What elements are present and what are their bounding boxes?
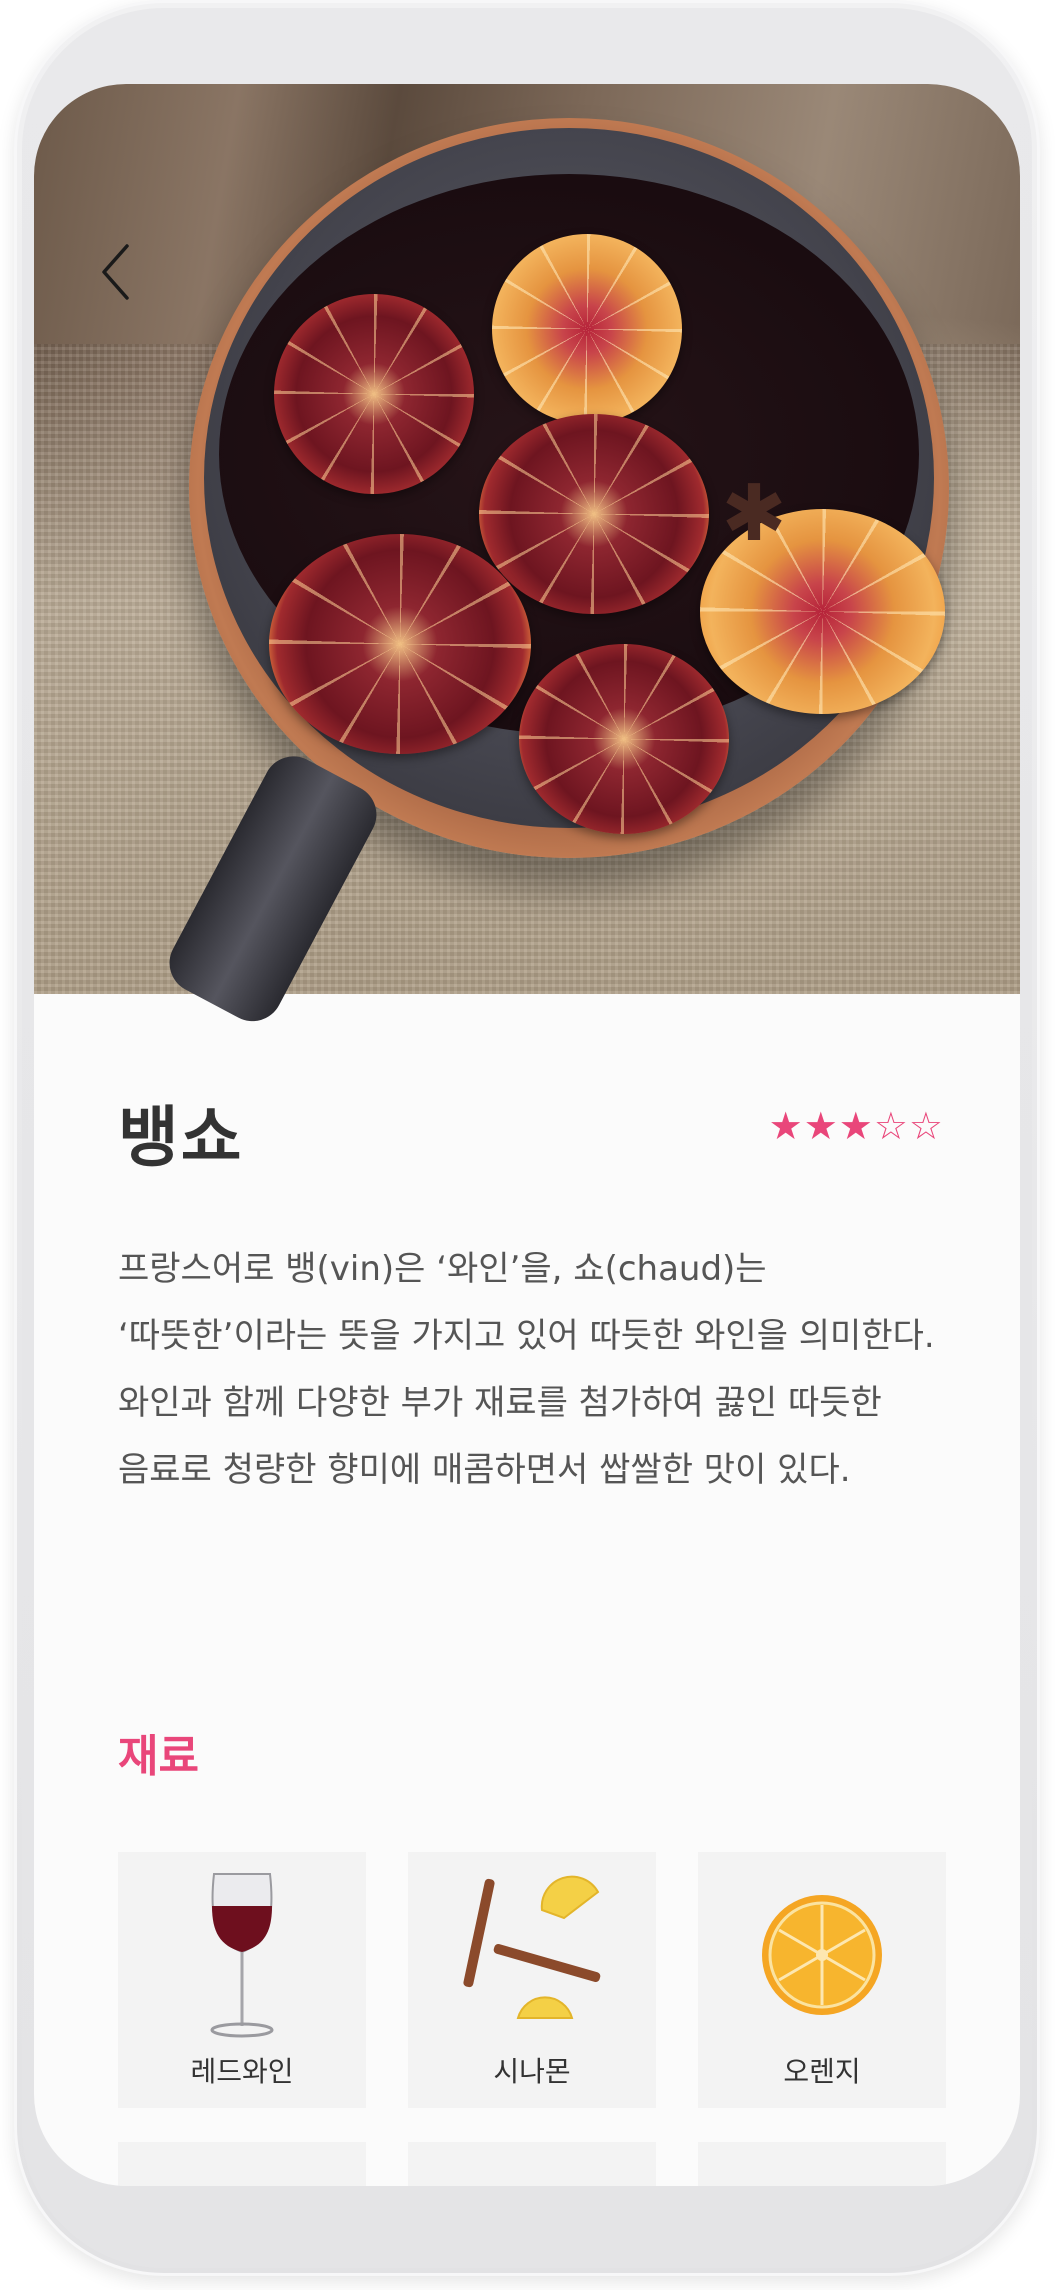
red-wine-glass-icon	[118, 1870, 366, 2040]
blood-orange-slice	[519, 644, 729, 834]
ingredient-label: 시나몬	[493, 2055, 571, 2088]
chevron-left-icon	[102, 244, 129, 300]
empty-stars: ☆☆	[873, 1104, 944, 1148]
ingredient-label: 레드와인	[190, 2055, 294, 2088]
back-button[interactable]	[86, 232, 146, 312]
ingredient-card[interactable]	[698, 2142, 946, 2186]
ingredient-card-cinnamon[interactable]: 시나몬	[408, 1852, 656, 2108]
blood-orange-slice	[479, 414, 709, 614]
orange-slice	[492, 234, 682, 424]
ingredient-label: 오렌지	[783, 2055, 861, 2088]
star-anise: ✱	[721, 469, 787, 559]
ingredient-card-orange[interactable]: 오렌지	[698, 1852, 946, 2108]
filled-stars: ★★★	[768, 1104, 874, 1148]
cinnamon-lemon-icon	[408, 1870, 656, 2040]
orange-slice-icon	[698, 1870, 946, 2040]
drink-title: 뱅쇼	[118, 1099, 244, 1176]
drink-description: 프랑스어로 뱅(vin)은 ‘와인’을, 쇼(chaud)는 ‘따뜻한’이라는 …	[118, 1249, 935, 1490]
ingredient-card-red-wine[interactable]: 레드와인	[118, 1852, 366, 2108]
ingredient-card[interactable]	[408, 2142, 656, 2186]
hero-photo: ✱	[34, 84, 1020, 1032]
ingredient-card[interactable]	[118, 2142, 366, 2186]
blood-orange-slice	[274, 294, 474, 494]
recipe-detail-screen: ✱ 뱅쇼 ★★★☆☆ 프랑스어로 뱅(vin)은 ‘와인’을, 쇼(chaud)…	[34, 84, 1020, 2186]
ingredients-heading: 재료	[118, 1731, 199, 1782]
star-rating: ★★★☆☆	[769, 1104, 944, 1148]
blood-orange-slice	[269, 534, 531, 754]
